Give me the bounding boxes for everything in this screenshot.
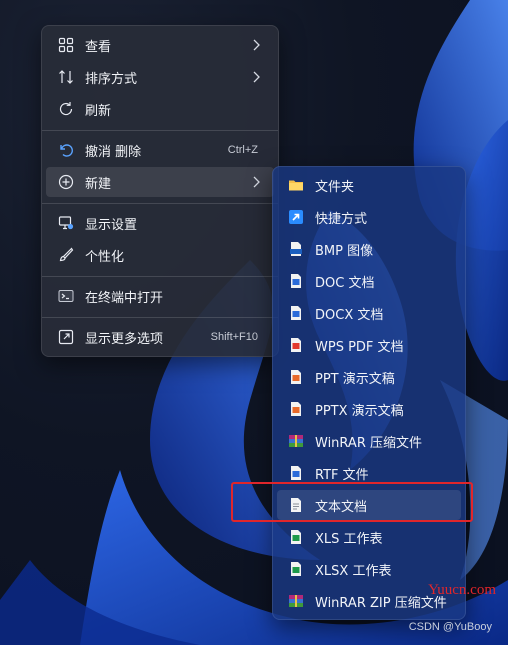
winrar-zip-icon bbox=[287, 592, 305, 610]
menu-item-show-more-options[interactable]: 显示更多选项 Shift+F10 bbox=[46, 322, 274, 352]
submenu-item-doc[interactable]: DOC 文档 bbox=[277, 266, 461, 296]
desktop[interactable]: 查看 排序方式 刷新 撤消 删除 Ctrl+Z 新建 显示设置 个性化 在终端中… bbox=[0, 0, 508, 645]
submenu-item-winrar[interactable]: WinRAR 压缩文件 bbox=[277, 426, 461, 456]
submenu-item-bmp-image[interactable]: BMP 图像 bbox=[277, 234, 461, 264]
shortcut-shift-f10: Shift+F10 bbox=[210, 331, 258, 343]
shortcut-ctrl-z: Ctrl+Z bbox=[227, 144, 258, 156]
menu-item-personalize[interactable]: 个性化 bbox=[46, 240, 274, 270]
menu-item-label: 显示设置 bbox=[85, 217, 138, 233]
submenu-item-label: 文件夹 bbox=[315, 179, 355, 195]
sort-arrows-icon bbox=[57, 68, 75, 86]
submenu-item-xlsx[interactable]: XLSX 工作表 bbox=[277, 554, 461, 584]
pptx-file-icon bbox=[287, 400, 305, 418]
menu-item-refresh[interactable]: 刷新 bbox=[46, 94, 274, 124]
menu-item-undo-delete[interactable]: 撤消 删除 Ctrl+Z bbox=[46, 135, 274, 165]
submenu-item-label: WinRAR 压缩文件 bbox=[315, 435, 422, 451]
folder-icon bbox=[287, 176, 305, 194]
submenu-item-label: PPTX 演示文稿 bbox=[315, 403, 404, 419]
menu-item-label: 查看 bbox=[85, 39, 112, 55]
menu-item-new[interactable]: 新建 bbox=[46, 167, 274, 197]
menu-item-label: 刷新 bbox=[85, 103, 112, 119]
grid-view-icon bbox=[57, 36, 75, 54]
submenu-item-ppt[interactable]: PPT 演示文稿 bbox=[277, 362, 461, 392]
submenu-item-label: DOCX 文档 bbox=[315, 307, 384, 323]
menu-item-open-in-terminal[interactable]: 在终端中打开 bbox=[46, 281, 274, 311]
xls-file-icon bbox=[287, 528, 305, 546]
menu-item-label: 个性化 bbox=[85, 249, 125, 265]
winrar-icon bbox=[287, 432, 305, 450]
doc-file-icon bbox=[287, 272, 305, 290]
submenu-item-shortcut[interactable]: 快捷方式 bbox=[277, 202, 461, 232]
menu-item-sort-by[interactable]: 排序方式 bbox=[46, 62, 274, 92]
pdf-file-icon bbox=[287, 336, 305, 354]
submenu-item-label: WPS PDF 文档 bbox=[315, 339, 404, 355]
watermark-author: CSDN @YuBooy bbox=[408, 621, 492, 633]
menu-item-label: 新建 bbox=[85, 176, 112, 192]
add-circle-icon bbox=[57, 173, 75, 191]
watermark-site: Yuucn.com bbox=[428, 582, 496, 598]
submenu-item-label: XLS 工作表 bbox=[315, 531, 383, 547]
menu-item-label: 在终端中打开 bbox=[85, 290, 164, 306]
menu-separator bbox=[42, 276, 278, 277]
undo-icon bbox=[57, 141, 75, 159]
new-submenu: 文件夹 快捷方式 BMP 图像 DOC 文档 DOCX 文档 WPS PDF 文… bbox=[272, 166, 466, 620]
submenu-item-label: 快捷方式 bbox=[315, 211, 368, 227]
submenu-item-folder[interactable]: 文件夹 bbox=[277, 170, 461, 200]
brush-icon bbox=[57, 246, 75, 264]
submenu-item-label: DOC 文档 bbox=[315, 275, 375, 291]
submenu-item-xls[interactable]: XLS 工作表 bbox=[277, 522, 461, 552]
submenu-item-label: BMP 图像 bbox=[315, 243, 374, 259]
submenu-item-label: WinRAR ZIP 压缩文件 bbox=[315, 595, 447, 611]
terminal-icon bbox=[57, 287, 75, 305]
menu-item-label: 排序方式 bbox=[85, 71, 138, 87]
display-settings-icon bbox=[57, 214, 75, 232]
refresh-icon bbox=[57, 100, 75, 118]
chevron-right-icon bbox=[250, 71, 262, 83]
chevron-right-icon bbox=[250, 176, 262, 188]
shortcut-icon bbox=[287, 208, 305, 226]
submenu-item-docx[interactable]: DOCX 文档 bbox=[277, 298, 461, 328]
more-options-icon bbox=[57, 328, 75, 346]
docx-file-icon bbox=[287, 304, 305, 322]
menu-item-label: 显示更多选项 bbox=[85, 331, 164, 347]
menu-separator bbox=[42, 317, 278, 318]
chevron-right-icon bbox=[250, 39, 262, 51]
menu-item-label: 撤消 删除 bbox=[85, 144, 142, 160]
submenu-item-label: XLSX 工作表 bbox=[315, 563, 392, 579]
desktop-context-menu: 查看 排序方式 刷新 撤消 删除 Ctrl+Z 新建 显示设置 个性化 在终端中… bbox=[41, 25, 279, 357]
menu-separator bbox=[42, 203, 278, 204]
submenu-item-label: PPT 演示文稿 bbox=[315, 371, 395, 387]
menu-item-display-settings[interactable]: 显示设置 bbox=[46, 208, 274, 238]
menu-separator bbox=[42, 130, 278, 131]
submenu-item-pptx[interactable]: PPTX 演示文稿 bbox=[277, 394, 461, 424]
ppt-file-icon bbox=[287, 368, 305, 386]
xlsx-file-icon bbox=[287, 560, 305, 578]
submenu-item-wps-pdf[interactable]: WPS PDF 文档 bbox=[277, 330, 461, 360]
annotation-highlight-box bbox=[231, 482, 473, 522]
rtf-file-icon bbox=[287, 464, 305, 482]
bmp-file-icon bbox=[287, 240, 305, 258]
submenu-item-label: RTF 文件 bbox=[315, 467, 369, 483]
menu-item-view[interactable]: 查看 bbox=[46, 30, 274, 60]
